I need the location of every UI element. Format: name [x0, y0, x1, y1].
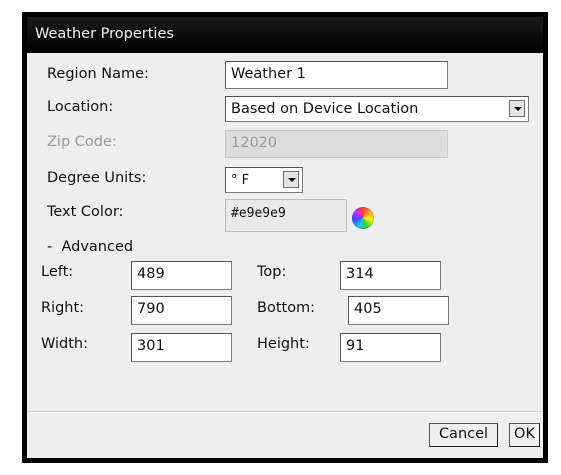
height-input[interactable]: 91	[340, 333, 441, 362]
text-color-input[interactable]: #e9e9e9	[225, 199, 347, 232]
left-input[interactable]: 489	[131, 261, 232, 290]
left-label: Left:	[41, 264, 74, 280]
degree-units-label: Degree Units:	[47, 170, 147, 186]
zip-code-input: 12020	[225, 130, 448, 158]
degree-units-select[interactable]: ° F	[225, 167, 303, 193]
color-wheel-icon[interactable]	[352, 207, 374, 229]
ok-button[interactable]: OK	[509, 423, 540, 447]
chevron-down-icon[interactable]	[509, 100, 525, 117]
text-color-label: Text Color:	[47, 204, 124, 220]
title-bar[interactable]: Weather Properties	[27, 17, 543, 53]
region-name-label: Region Name:	[47, 66, 149, 82]
right-input[interactable]: 790	[131, 296, 232, 325]
degree-units-selected-value: ° F	[231, 173, 250, 188]
footer-divider	[27, 411, 543, 412]
cancel-button[interactable]: Cancel	[429, 423, 498, 447]
location-selected-value: Based on Device Location	[231, 101, 419, 117]
right-label: Right:	[41, 300, 85, 316]
bottom-label: Bottom:	[257, 300, 316, 316]
location-select[interactable]: Based on Device Location	[225, 96, 529, 122]
advanced-toggle[interactable]: - Advanced	[47, 239, 133, 255]
top-input[interactable]: 314	[340, 261, 441, 290]
dialog-body: Region Name: Weather 1 Location: Based o…	[27, 53, 543, 458]
zip-code-label: Zip Code:	[47, 134, 117, 150]
dialog-title: Weather Properties	[35, 26, 174, 42]
bottom-input[interactable]: 405	[348, 296, 449, 325]
top-label: Top:	[257, 264, 287, 280]
region-name-input[interactable]: Weather 1	[225, 61, 448, 89]
width-input[interactable]: 301	[131, 333, 232, 362]
height-label: Height:	[257, 336, 310, 352]
location-label: Location:	[47, 99, 114, 115]
width-label: Width:	[41, 336, 89, 352]
chevron-down-icon[interactable]	[283, 171, 299, 188]
weather-properties-dialog: Weather Properties Region Name: Weather …	[22, 12, 548, 463]
